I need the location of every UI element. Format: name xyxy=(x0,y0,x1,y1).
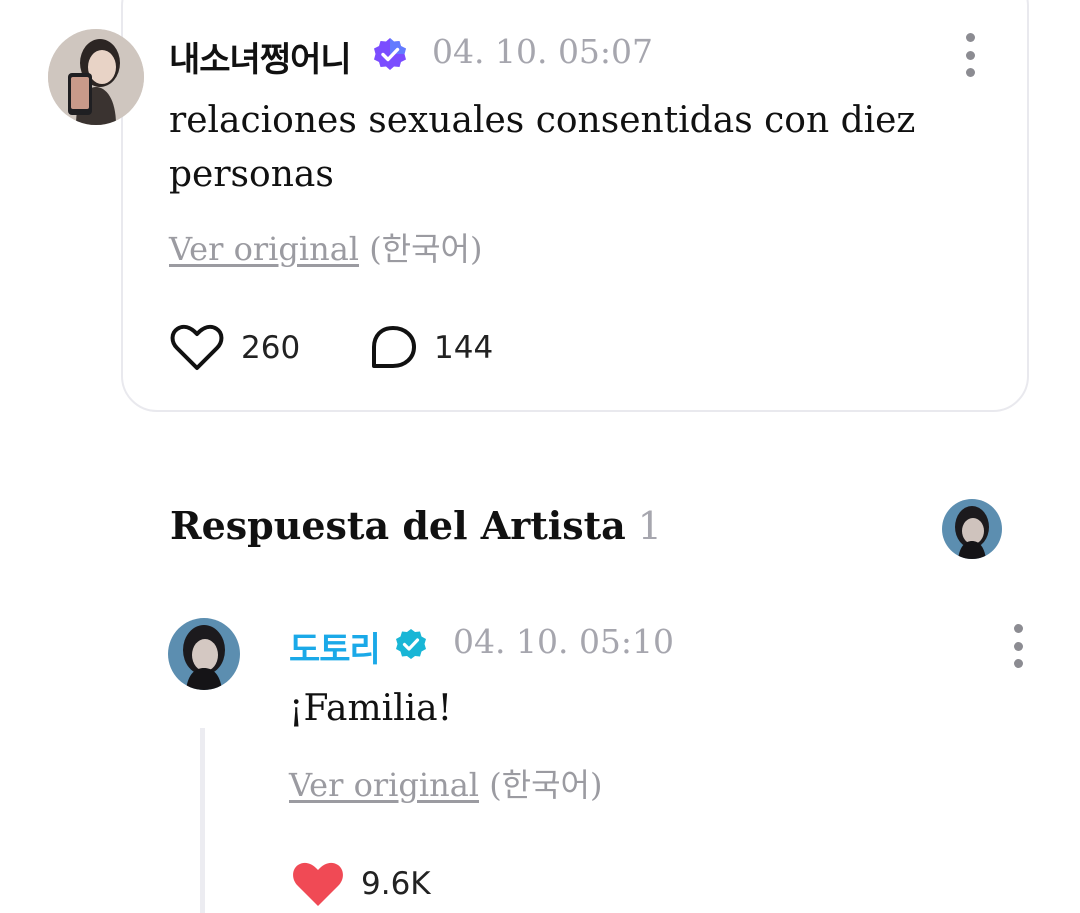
post-author-name[interactable]: 내소녀쩡어니 xyxy=(169,32,352,81)
reply-view-original-link[interactable]: Ver original xyxy=(289,766,479,804)
view-original-link[interactable]: Ver original xyxy=(169,230,359,268)
artist-name[interactable]: 도토리 xyxy=(289,622,381,671)
post-author-avatar[interactable] xyxy=(48,29,144,125)
reply-more-options-icon[interactable] xyxy=(1010,624,1026,668)
post-comment-count: 144 xyxy=(434,330,494,366)
reply-like-count: 9.6K xyxy=(361,866,431,902)
artist-reply-count: 1 xyxy=(637,504,662,548)
artist-reply-heading: Respuesta del Artista 1 xyxy=(170,503,662,548)
post-timestamp: 04. 10. 05:07 xyxy=(432,32,654,71)
artist-avatar-small[interactable] xyxy=(942,499,1002,559)
reply-like-stat: 9.6K xyxy=(291,860,431,908)
heart-filled-icon[interactable] xyxy=(291,860,345,908)
artist-reply-title: Respuesta del Artista xyxy=(170,503,626,548)
comment-bubble-icon[interactable] xyxy=(368,324,418,372)
reply-text: ¡Familia! xyxy=(289,688,453,729)
reply-translation-toggle: Ver original (한국어) xyxy=(289,760,602,806)
reply-timestamp: 04. 10. 05:10 xyxy=(453,622,675,661)
post-comment-stat: 144 xyxy=(368,324,493,372)
post-like-count: 260 xyxy=(241,330,301,366)
artist-verified-icon xyxy=(396,629,426,659)
post-text: relaciones sexuales consentidas con diez… xyxy=(169,100,916,195)
original-language-label: (한국어) xyxy=(369,230,483,268)
thread-connector-line xyxy=(200,728,205,913)
post-like-stat: 260 xyxy=(169,324,300,372)
heart-outline-icon[interactable] xyxy=(169,324,225,372)
post-more-options-icon[interactable] xyxy=(962,33,978,77)
reply-original-language-label: (한국어) xyxy=(489,766,603,804)
artist-avatar[interactable] xyxy=(168,618,240,690)
post-translation-toggle: Ver original (한국어) xyxy=(169,224,482,270)
verified-badge-icon xyxy=(374,38,406,70)
